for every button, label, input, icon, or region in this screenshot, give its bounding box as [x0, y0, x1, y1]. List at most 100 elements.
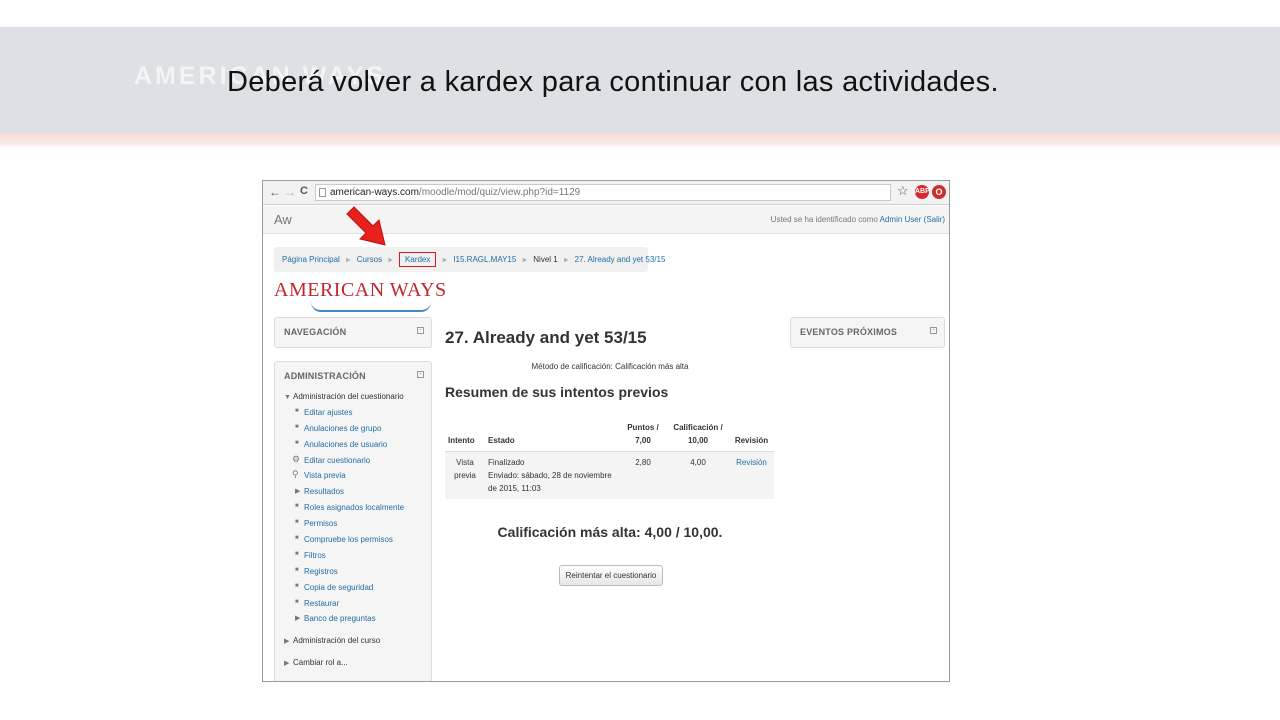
bullet-icon: ■ [295, 439, 299, 446]
admin-item-filters[interactable]: ■ Filtros [284, 551, 432, 567]
breadcrumb-kardex[interactable]: Kardex [399, 252, 437, 267]
expanded-triangle-icon: ▼ [284, 394, 291, 401]
bullet-icon: ■ [295, 423, 299, 430]
header-grade: Calificación / 10,00 [667, 419, 729, 452]
admin-course-label: Administración del curso [293, 636, 381, 646]
admin-item-preview[interactable]: ⚲ Vista previa [284, 469, 432, 487]
admin-item-local-roles[interactable]: ■ Roles asignados localmente [284, 503, 432, 519]
adblock-icon[interactable]: ABP [915, 185, 930, 199]
admin-item-restore[interactable]: ■ Restaurar [284, 599, 432, 615]
login-text: Usted se ha identificado como [770, 215, 880, 224]
admin-item-label: Vista previa [304, 471, 346, 481]
header-state: Estado [485, 419, 619, 452]
attempts-table: Intento Estado Puntos / 7,00 Calificació… [445, 419, 774, 499]
admin-item-permissions[interactable]: ■ Permisos [284, 519, 432, 535]
collapsed-triangle-icon: ▶ [284, 660, 290, 668]
bullet-icon: ■ [295, 598, 299, 605]
admin-item-edit-quiz[interactable]: ⚙ Editar cuestionario [284, 453, 432, 472]
admin-item-question-bank[interactable]: ▶ Banco de preguntas [284, 614, 432, 630]
admin-item-edit-settings[interactable]: ■ Editar ajustes [284, 408, 432, 424]
admin-item-label: Anulaciones de usuario [304, 439, 388, 449]
slide-title: Deberá volver a kardex para continuar co… [227, 66, 999, 98]
breadcrumb-separator: ► [441, 257, 449, 264]
admin-switch-role[interactable]: ▶ Cambiar rol a... [284, 658, 432, 674]
admin-item-label: Anulaciones de grupo [304, 423, 382, 433]
back-button[interactable]: ← [269, 185, 281, 199]
red-arrow-icon [346, 206, 386, 246]
bookmark-star-icon[interactable]: ☆ [897, 183, 909, 199]
bullet-icon: ■ [295, 566, 299, 573]
admin-item-label: Resultados [304, 487, 345, 497]
admin-item-label: Registros [304, 566, 338, 576]
collapse-icon[interactable]: - [417, 371, 424, 378]
breadcrumb-separator: ► [387, 257, 395, 264]
admin-quiz-group-label: Administración del cuestionario [293, 392, 404, 401]
admin-course-group[interactable]: ▶ Administración del curso [284, 636, 432, 652]
state-title: Finalizado [488, 458, 525, 467]
events-block: EVENTOS PRÓXIMOS - [790, 317, 945, 348]
admin-item-backup[interactable]: ■ Copia de seguridad [284, 583, 432, 599]
admin-item-label: Compruebe los permisos [304, 535, 393, 545]
retry-quiz-button[interactable]: Reintentar el cuestionario [559, 565, 663, 586]
navigation-heading: NAVEGACIÓN [284, 327, 347, 337]
table-row: Vista previa Finalizado Enviado: sábado,… [445, 451, 774, 499]
events-heading: EVENTOS PRÓXIMOS [800, 327, 898, 337]
review-link[interactable]: Revisión [736, 458, 767, 467]
header-points: Puntos / 7,00 [619, 419, 667, 452]
summary-title: Resumen de sus intentos previos [445, 384, 669, 400]
admin-item-label: Permisos [304, 519, 338, 529]
admin-item-label: Banco de preguntas [304, 614, 376, 624]
magnifier-icon: ⚲ [292, 469, 299, 480]
logout-link[interactable]: (Salir) [924, 215, 945, 224]
breadcrumb-home[interactable]: Página Principal [282, 255, 340, 264]
administration-block: ADMINISTRACIÓN - ▼ Administración del cue… [274, 361, 432, 681]
bullet-icon: ■ [295, 519, 299, 526]
collapse-icon[interactable]: - [417, 327, 424, 334]
breadcrumb-separator: ► [562, 257, 570, 264]
admin-quiz-group[interactable]: ▼ Administración del cuestionario [284, 392, 432, 408]
browser-window: ← → C american-ways.com/moodle/mod/quiz/… [262, 180, 950, 682]
forward-button[interactable]: → [284, 185, 296, 199]
login-info: Usted se ha identificado como Admin User… [771, 215, 945, 224]
breadcrumb-courses[interactable]: Cursos [357, 255, 382, 264]
administration-list: ▼ Administración del cuestionario ■ Editar… [284, 392, 432, 674]
reload-button[interactable]: C [300, 185, 308, 197]
admin-item-label: Editar ajustes [304, 407, 353, 417]
collapse-icon[interactable]: - [930, 327, 937, 334]
breadcrumb-course-code[interactable]: I15.RAGL.MAY15 [453, 255, 516, 264]
header-review: Revisión [729, 419, 774, 452]
navigation-block: NAVEGACIÓN - [274, 317, 432, 348]
site-brand[interactable]: Aw [274, 212, 292, 227]
header-attempt: Intento [445, 419, 485, 452]
collapsed-triangle-icon: ▶ [295, 488, 301, 496]
american-ways-logo[interactable]: AMERICAN WAYS [274, 279, 447, 302]
user-link[interactable]: Admin User [880, 215, 922, 224]
bullet-icon: ■ [295, 535, 299, 542]
address-bar[interactable]: american-ways.com/moodle/mod/quiz/view.p… [315, 184, 891, 201]
bullet-icon: ■ [295, 582, 299, 589]
administration-heading: ADMINISTRACIÓN [284, 371, 366, 381]
breadcrumb-separator: ► [344, 257, 352, 264]
admin-item-label: Copia de seguridad [304, 582, 374, 592]
admin-item-check-permissions[interactable]: ■ Compruebe los permisos [284, 535, 432, 551]
extension-icon[interactable]: O [932, 185, 946, 199]
page-icon [319, 188, 326, 197]
admin-item-logs[interactable]: ■ Registros [284, 567, 432, 583]
cell-points: 2,80 [619, 451, 667, 499]
breadcrumb-quiz[interactable]: 27. Already and yet 53/15 [575, 255, 666, 264]
bullet-icon: ■ [295, 503, 299, 510]
gear-icon: ⚙ [292, 453, 301, 464]
quiz-title: 27. Already and yet 53/15 [445, 328, 647, 347]
admin-item-user-overrides[interactable]: ■ Anulaciones de usuario [284, 440, 432, 456]
breadcrumb-level: Nivel 1 [533, 255, 558, 264]
state-detail: Enviado: sábado, 28 de noviembre de 2015… [488, 471, 612, 493]
slide-stripe [0, 133, 1280, 146]
admin-item-label: Filtros [304, 550, 326, 560]
breadcrumb-separator: ► [521, 257, 529, 264]
admin-item-group-overrides[interactable]: ■ Anulaciones de grupo [284, 424, 432, 440]
breadcrumb: Página Principal ► Cursos ► Kardex ► I15.RAGL.… [274, 247, 665, 272]
browser-toolbar: ← → C american-ways.com/moodle/mod/quiz/… [263, 181, 949, 205]
collapsed-triangle-icon: ▶ [284, 638, 290, 646]
url-host: american-ways.com [330, 187, 419, 198]
admin-item-results[interactable]: ▶ Resultados [284, 487, 432, 503]
